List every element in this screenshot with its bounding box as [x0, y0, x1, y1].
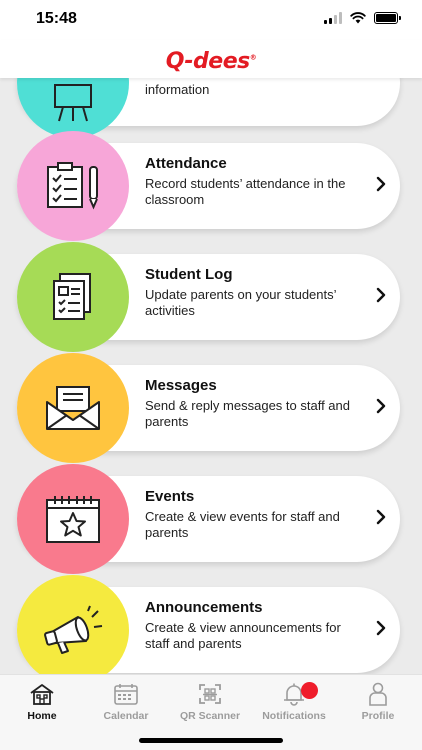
chevron-right-icon[interactable]	[376, 398, 386, 414]
menu-card-icon-circle	[17, 78, 129, 138]
app-header: Q-dees®	[0, 40, 422, 78]
menu-card-icon-circle	[17, 575, 129, 674]
tab-notifications[interactable]: Notifications	[254, 681, 334, 725]
tab-home[interactable]: Home	[2, 681, 82, 725]
menu-card-icon-circle	[17, 353, 129, 463]
menu-card-title: Events	[145, 488, 195, 505]
tab-label: Home	[27, 710, 57, 722]
logo-text: Q-dees	[165, 49, 250, 74]
logo-registered-mark: ®	[249, 53, 257, 62]
chevron-right-icon[interactable]	[376, 176, 386, 192]
menu-card-description: Record students’ attendance in the class…	[145, 176, 346, 207]
menu-card-title: Messages	[145, 377, 217, 394]
menu-card-messages[interactable]: Messages Send & reply messages to staff …	[17, 353, 400, 463]
menu-card-student-log[interactable]: Student Log Update parents on your stude…	[17, 242, 400, 352]
home-indicator	[139, 738, 283, 743]
wifi-icon	[350, 12, 366, 24]
chevron-right-icon[interactable]	[376, 509, 386, 525]
menu-card-title: Student Log	[145, 266, 233, 283]
tab-label: Profile	[361, 710, 395, 722]
menu-card-information[interactable]: information	[17, 78, 400, 138]
qdees-logo: Q-dees®	[165, 49, 257, 74]
qr-scanner-icon	[199, 684, 221, 704]
chevron-right-icon[interactable]	[376, 620, 386, 636]
documents-icon	[53, 273, 91, 320]
menu-list[interactable]: information Attendance Record students’ …	[0, 78, 422, 674]
menu-card-description: Send & reply messages to staff and paren…	[145, 398, 350, 429]
tab-calendar[interactable]: Calendar	[86, 681, 166, 725]
status-icons	[324, 12, 401, 24]
menu-card-description: information	[145, 82, 210, 97]
person-icon	[369, 682, 387, 706]
menu-card-attendance[interactable]: Attendance Record students’ attendance i…	[17, 131, 400, 241]
calendar-icon	[114, 684, 138, 705]
status-time: 15:48	[36, 10, 77, 27]
menu-card-description: Create & view events for staff and paren…	[145, 509, 340, 540]
menu-card-title: Announcements	[145, 599, 263, 616]
megaphone-icon	[44, 605, 103, 654]
tab-qr-scanner[interactable]: QR Scanner	[170, 681, 250, 725]
status-bar: 15:48	[0, 0, 422, 40]
clipboard-checklist-icon	[47, 162, 98, 210]
calendar-star-icon	[46, 496, 100, 543]
tab-label: QR Scanner	[179, 710, 241, 722]
menu-card-description: Update parents on your students’ activit…	[145, 287, 337, 318]
menu-card-events[interactable]: Events Create & view events for staff an…	[17, 464, 400, 574]
home-icon	[30, 684, 54, 705]
menu-card-title: Attendance	[145, 155, 227, 172]
battery-icon	[374, 12, 401, 24]
tab-label: Notifications	[262, 710, 326, 722]
notification-badge	[301, 682, 318, 699]
easel-icon	[54, 84, 92, 122]
menu-card-icon-circle	[17, 131, 129, 241]
menu-card-icon-circle	[17, 464, 129, 574]
menu-card-description: Create & view announcements for staff an…	[145, 620, 341, 651]
chevron-right-icon[interactable]	[376, 287, 386, 303]
menu-card-icon-circle	[17, 242, 129, 352]
envelope-icon	[46, 386, 100, 430]
cellular-signal-icon	[324, 12, 342, 24]
menu-card-announcements[interactable]: Announcements Create & view announcement…	[17, 575, 400, 674]
tab-label: Calendar	[103, 710, 149, 722]
tab-profile[interactable]: Profile	[338, 681, 418, 725]
